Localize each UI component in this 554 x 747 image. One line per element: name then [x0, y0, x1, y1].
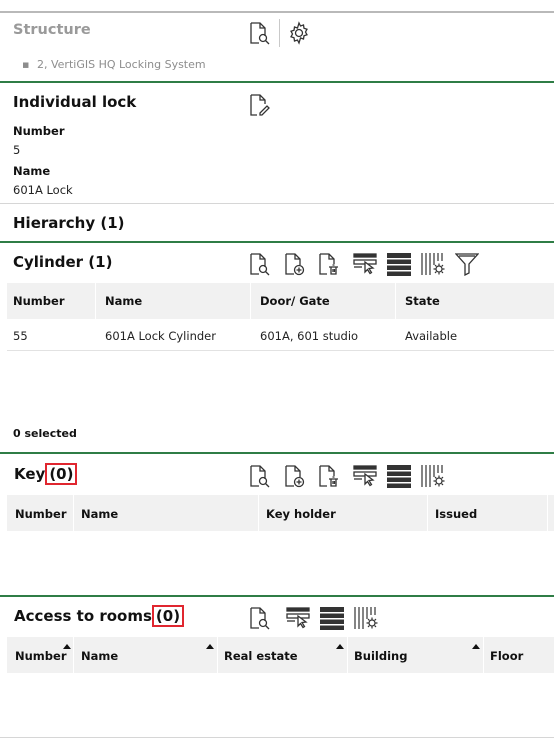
search-document-icon[interactable]: [247, 464, 271, 488]
structure-item[interactable]: 2, VertiGIS HQ Locking System: [37, 58, 206, 71]
list-view-icon[interactable]: [320, 606, 344, 630]
key-top-border: [0, 452, 554, 454]
rooms-bottom-border: [0, 737, 554, 738]
table-row[interactable]: 55 601A Lock Cylinder 601A, 601 studio A…: [7, 319, 554, 351]
name-value: 601A Lock: [13, 183, 73, 197]
column-header-name[interactable]: Name: [105, 294, 142, 308]
column-divider: [217, 637, 218, 673]
cylinder-table-header: Number Name Door/ Gate State: [7, 283, 554, 319]
column-header-issued[interactable]: Issued: [435, 507, 477, 521]
structure-bullet: ▪: [22, 58, 30, 71]
select-rows-icon[interactable]: [286, 606, 310, 630]
sort-ascending-icon[interactable]: [336, 644, 344, 649]
column-settings-icon[interactable]: [421, 464, 445, 488]
search-document-icon[interactable]: [247, 606, 271, 630]
add-document-icon[interactable]: [282, 464, 306, 488]
sort-ascending-icon[interactable]: [472, 644, 480, 649]
hierarchy-title[interactable]: Hierarchy (1): [13, 214, 125, 232]
lock-top-border: [0, 81, 554, 83]
number-value: 5: [13, 143, 21, 157]
search-document-icon[interactable]: [247, 21, 271, 45]
number-label: Number: [13, 124, 65, 138]
name-label: Name: [13, 164, 51, 178]
cell-number: 55: [13, 329, 28, 343]
column-header-number[interactable]: Number: [15, 507, 67, 521]
key-title-text: Key: [14, 465, 46, 483]
key-title: Key (0): [14, 463, 78, 485]
column-header-name[interactable]: Name: [81, 649, 118, 663]
column-divider: [427, 495, 428, 531]
column-divider: [73, 637, 74, 673]
lock-title: Individual lock: [13, 93, 137, 111]
column-header-name[interactable]: Name: [81, 507, 118, 521]
key-table-header: Number Name Key holder Issued: [7, 495, 554, 531]
edit-document-icon[interactable]: [247, 93, 271, 117]
cylinder-title: Cylinder (1): [13, 253, 113, 271]
select-rows-icon[interactable]: [353, 464, 377, 488]
column-header-building[interactable]: Building: [354, 649, 407, 663]
key-count: (0): [45, 463, 78, 485]
cell-door-gate: 601A, 601 studio: [260, 329, 359, 343]
filter-icon[interactable]: [455, 252, 479, 276]
structure-title: Structure: [13, 22, 91, 38]
add-document-icon[interactable]: [282, 252, 306, 276]
column-header-real-estate[interactable]: Real estate: [224, 649, 298, 663]
column-divider: [95, 283, 96, 319]
structure-top-border: [0, 11, 554, 13]
rooms-count: (0): [151, 605, 185, 627]
column-divider: [250, 283, 251, 319]
rooms-title: Access to rooms (0): [14, 605, 185, 627]
cylinder-top-border: [0, 241, 554, 243]
column-settings-icon[interactable]: [421, 252, 445, 276]
cell-state: Available: [405, 329, 458, 343]
column-header-key-holder[interactable]: Key holder: [266, 507, 336, 521]
rooms-title-text: Access to rooms: [14, 607, 152, 625]
column-divider: [258, 495, 259, 531]
column-header-state[interactable]: State: [405, 294, 440, 308]
search-document-icon[interactable]: [247, 252, 271, 276]
list-view-icon[interactable]: [387, 252, 411, 276]
hierarchy-top-border: [0, 203, 554, 204]
cell-name: 601A Lock Cylinder: [105, 329, 216, 343]
selection-count: 0 selected: [13, 427, 77, 440]
column-header-floor[interactable]: Floor: [490, 649, 523, 663]
column-settings-icon[interactable]: [354, 606, 378, 630]
rooms-top-border: [0, 595, 554, 597]
column-divider: [547, 495, 548, 531]
gear-icon[interactable]: [287, 21, 311, 45]
select-rows-icon[interactable]: [353, 252, 377, 276]
delete-document-icon[interactable]: [316, 464, 340, 488]
sort-ascending-icon[interactable]: [63, 644, 71, 649]
column-divider: [347, 637, 348, 673]
column-header-number[interactable]: Number: [15, 649, 67, 663]
column-header-number[interactable]: Number: [13, 294, 65, 308]
rooms-table-header: Number Name Real estate Building Floor: [7, 637, 554, 673]
sort-ascending-icon[interactable]: [206, 644, 214, 649]
column-divider: [73, 495, 74, 531]
column-divider: [395, 283, 396, 319]
list-view-icon[interactable]: [387, 464, 411, 488]
column-header-door-gate[interactable]: Door/ Gate: [260, 294, 330, 308]
delete-document-icon[interactable]: [316, 252, 340, 276]
toolbar-separator: [279, 19, 280, 47]
column-divider: [483, 637, 484, 673]
